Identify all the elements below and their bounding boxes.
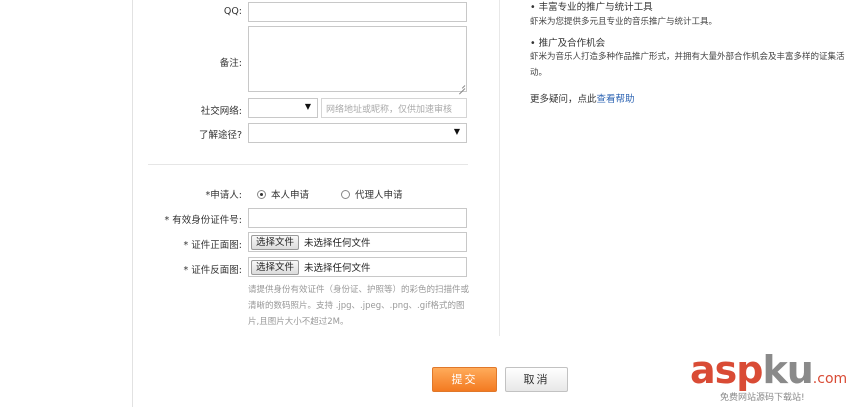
section-divider xyxy=(148,164,468,165)
cancel-button[interactable]: 取消 xyxy=(505,367,568,392)
file-status: 未选择任何文件 xyxy=(304,263,371,274)
id-number-label: * 有效身份证件号: xyxy=(164,215,242,226)
watermark-tagline: 免费网站源码下载站! xyxy=(720,393,805,403)
choose-file-button[interactable]: 选择文件 xyxy=(251,259,300,275)
id-back-file-field[interactable]: 选择文件 未选择任何文件 xyxy=(248,257,467,277)
more-questions-text: 更多疑问，点此 xyxy=(530,94,597,105)
id-front-label: * 证件正面图: xyxy=(183,240,242,251)
watermark-logo: aspku.com 免费网站源码下载站! xyxy=(690,348,848,403)
radio-agent-label: 代理人申请 xyxy=(355,190,403,201)
file-status: 未选择任何文件 xyxy=(304,238,371,249)
feature-desc-tools: 虾米为您提供多元且专业的音乐推广与统计工具。 xyxy=(530,17,718,27)
radio-agent[interactable]: 代理人申请 xyxy=(341,187,403,201)
help-link[interactable]: 查看帮助 xyxy=(597,94,635,105)
qq-label: QQ: xyxy=(223,6,242,17)
remark-textarea[interactable] xyxy=(248,26,467,92)
submit-button[interactable]: 提交 xyxy=(432,367,497,392)
resize-handle-icon[interactable] xyxy=(458,83,465,90)
social-label: 社交网络: xyxy=(200,106,242,117)
radio-self[interactable]: 本人申请 xyxy=(257,187,309,201)
dropdown-arrow-icon: ▼ xyxy=(304,102,311,111)
qq-input[interactable] xyxy=(248,2,467,22)
column-divider xyxy=(499,0,500,336)
radio-agent-button[interactable] xyxy=(341,189,350,199)
feature-desc-promo: 虾米为音乐人打造多种作品推广形式，并拥有大量外部合作机会及丰富多样的证集活动。 xyxy=(530,52,845,78)
applicant-label: *申请人: xyxy=(205,190,242,201)
id-number-input[interactable] xyxy=(248,208,467,228)
dropdown-arrow-icon: ▼ xyxy=(453,127,460,136)
source-label: 了解途径? xyxy=(198,130,242,141)
more-questions: 更多疑问，点此查看帮助 xyxy=(530,91,635,105)
feature-title-promo: • 推广及合作机会 xyxy=(530,38,606,49)
radio-self-button[interactable] xyxy=(257,189,266,199)
feature-title-tools: • 丰富专业的推广与统计工具 xyxy=(530,2,653,13)
social-address-input[interactable]: 网络地址或昵称，仅供加速审核 xyxy=(321,98,467,118)
id-front-file-field[interactable]: 选择文件 未选择任何文件 xyxy=(248,232,467,252)
choose-file-button[interactable]: 选择文件 xyxy=(251,234,300,250)
upload-hint: 请提供身份有效证件（身份证、护照等）的彩色的扫描件或清晰的数码照片。支持 .jp… xyxy=(248,285,470,327)
remark-label: 备注: xyxy=(219,58,242,69)
source-select[interactable]: ▼ xyxy=(248,123,467,143)
id-back-label: * 证件反面图: xyxy=(183,265,242,276)
social-type-select[interactable]: ▼ xyxy=(248,98,318,118)
radio-self-label: 本人申请 xyxy=(271,190,310,201)
